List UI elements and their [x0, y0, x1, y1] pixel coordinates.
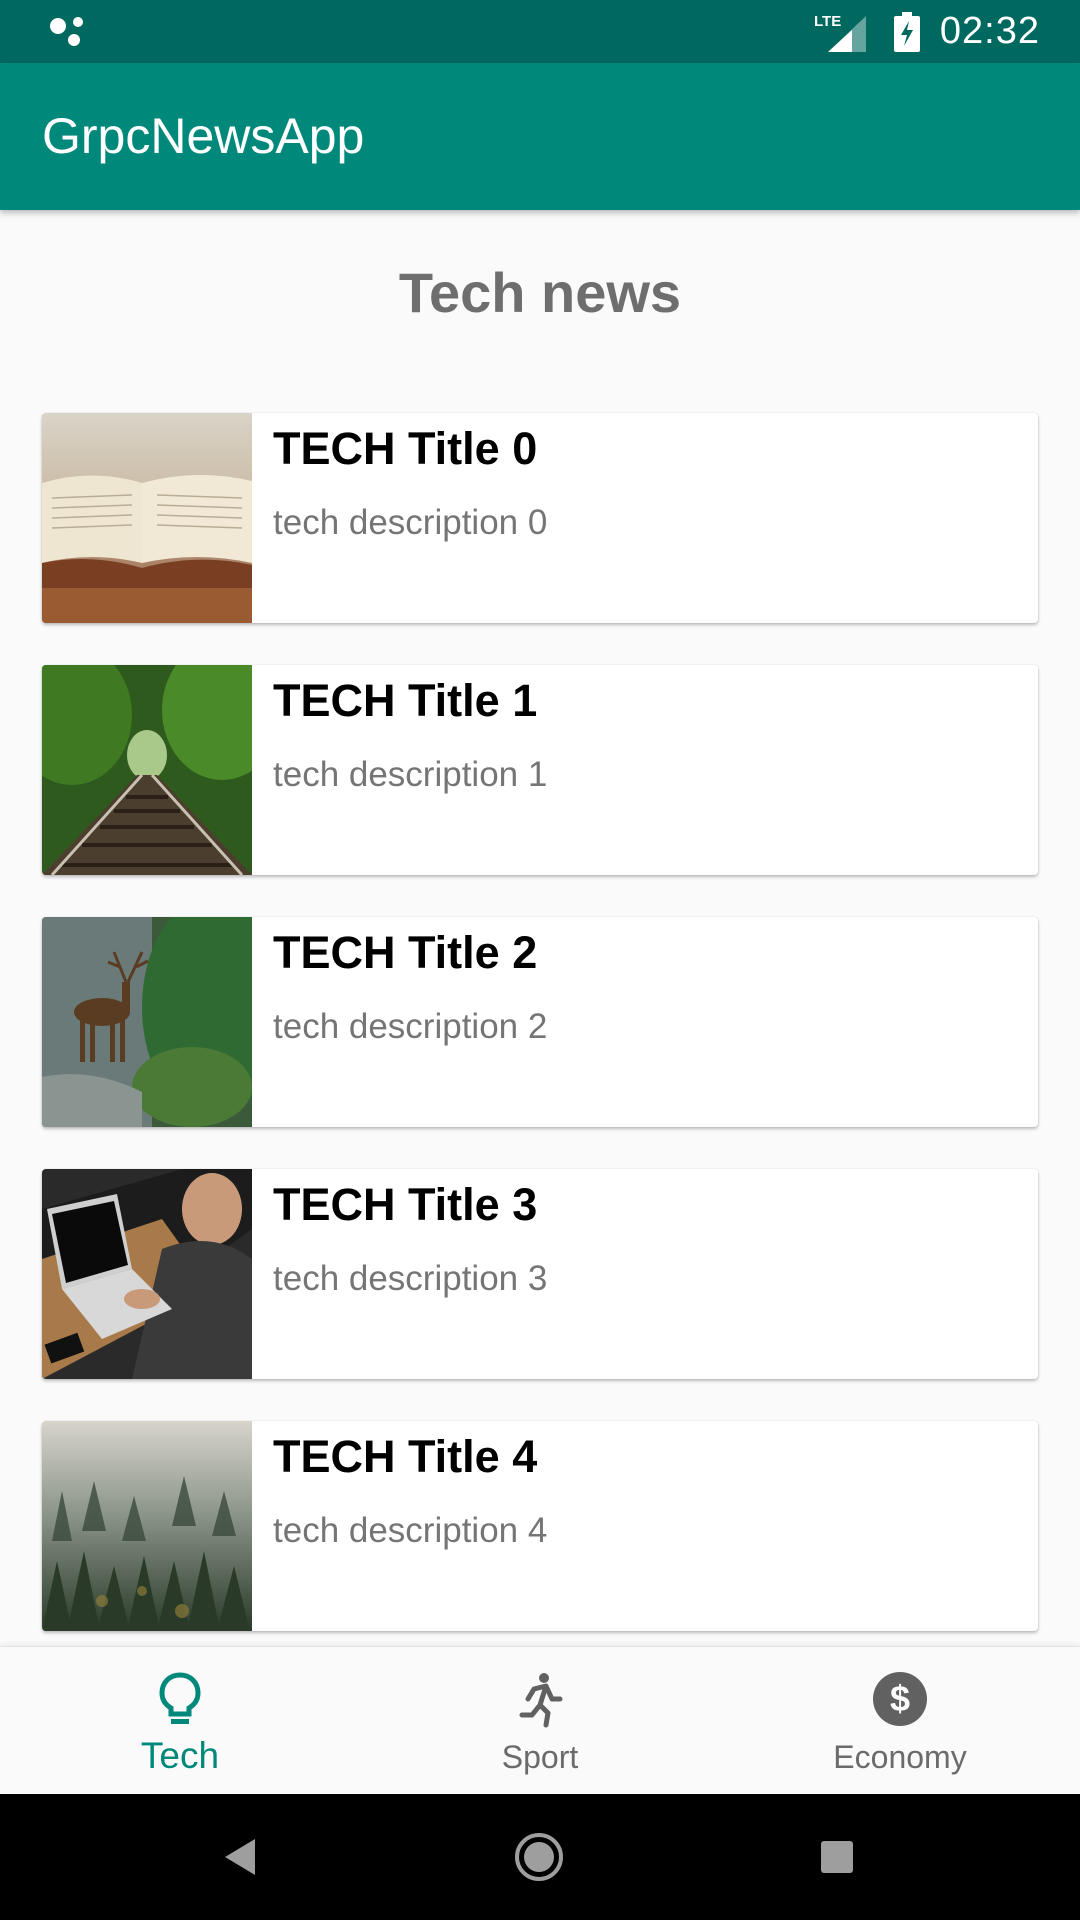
- news-card[interactable]: TECH Title 0 tech description 0: [42, 413, 1038, 623]
- railway-forest-photo: [42, 665, 252, 875]
- card-description: tech description 0: [273, 503, 548, 542]
- status-time: 02:32: [939, 10, 1040, 52]
- lightbulb-icon: [159, 1672, 201, 1724]
- card-title: TECH Title 1: [273, 675, 538, 726]
- nav-item-tech[interactable]: Tech: [0, 1647, 360, 1795]
- nav-label: Tech: [140, 1735, 220, 1776]
- card-description: tech description 4: [273, 1511, 548, 1550]
- bottom-navigation: Tech Sport $ Economy: [0, 1646, 1080, 1795]
- app-bar: GrpcNewsApp: [0, 63, 1080, 210]
- card-title: TECH Title 0: [273, 423, 538, 474]
- lte-signal-icon: LTE: [814, 13, 866, 52]
- nav-item-sport[interactable]: Sport: [360, 1647, 720, 1795]
- laptop-desk-photo: [42, 1169, 252, 1379]
- battery-charging-icon: [893, 11, 920, 52]
- card-title: TECH Title 4: [273, 1431, 538, 1482]
- news-list[interactable]: Tech news TECH Title 0 tech description …: [0, 210, 1080, 1646]
- system-navigation-bar: [0, 1794, 1080, 1920]
- deer-river-photo: [42, 917, 252, 1127]
- card-description: tech description 3: [273, 1259, 548, 1298]
- status-bar: LTE 02:32: [0, 0, 1080, 63]
- running-person-icon: [519, 1673, 563, 1728]
- dollar-icon: $: [873, 1672, 927, 1726]
- news-card[interactable]: TECH Title 3 tech description 3: [42, 1169, 1038, 1379]
- assistant-dots-icon: [50, 17, 83, 46]
- nav-item-economy[interactable]: $ Economy: [720, 1647, 1080, 1795]
- section-title: Tech news: [398, 261, 682, 324]
- app-title: GrpcNewsApp: [42, 108, 365, 164]
- news-card[interactable]: TECH Title 2 tech description 2: [42, 917, 1038, 1127]
- card-description: tech description 2: [273, 1007, 548, 1046]
- open-book-photo: [42, 413, 252, 623]
- network-type: LTE: [814, 13, 841, 30]
- nav-label: Economy: [833, 1739, 967, 1775]
- news-card[interactable]: TECH Title 1 tech description 1: [42, 665, 1038, 875]
- home-icon[interactable]: [509, 1827, 569, 1887]
- card-description: tech description 1: [273, 755, 548, 794]
- foggy-forest-photo: [42, 1421, 252, 1631]
- svg-text:$: $: [890, 1678, 910, 1719]
- back-icon[interactable]: [211, 1827, 271, 1887]
- nav-label: Sport: [501, 1739, 579, 1775]
- card-title: TECH Title 2: [273, 927, 538, 978]
- news-card[interactable]: TECH Title 4 tech description 4: [42, 1421, 1038, 1631]
- card-title: TECH Title 3: [273, 1179, 538, 1230]
- recents-icon[interactable]: [807, 1827, 867, 1887]
